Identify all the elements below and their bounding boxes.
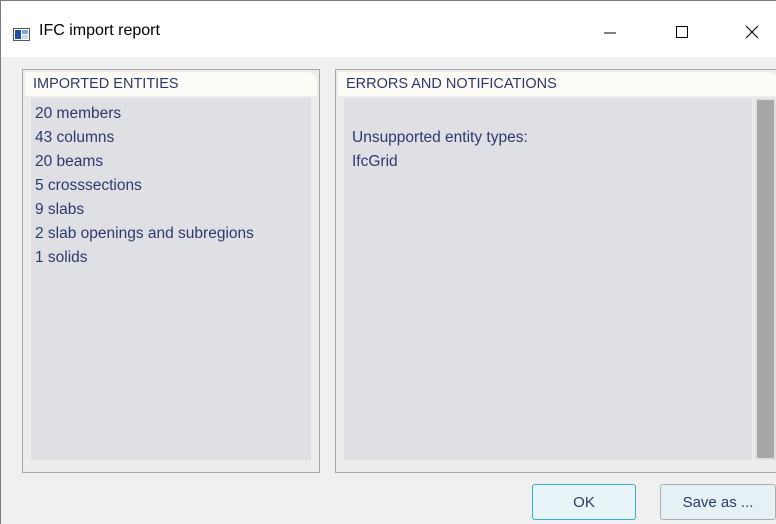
notification-line: Unsupported entity types: bbox=[352, 129, 528, 146]
list-item: 1 solids bbox=[35, 249, 88, 266]
minimize-button[interactable] bbox=[587, 13, 633, 53]
close-button[interactable] bbox=[729, 13, 775, 53]
imported-entities-header: IMPORTED ENTITIES bbox=[25, 72, 317, 96]
list-item: 2 slab openings and subregions bbox=[35, 225, 254, 242]
list-item: 9 slabs bbox=[35, 201, 85, 218]
title-bar[interactable]: IFC import report bbox=[1, 1, 776, 57]
maximize-icon bbox=[675, 24, 689, 43]
errors-notifications-text[interactable]: Unsupported entity types: IfcGrid bbox=[344, 98, 752, 460]
errors-notifications-header: ERRORS AND NOTIFICATIONS bbox=[338, 72, 776, 96]
ok-button[interactable]: OK bbox=[532, 484, 636, 520]
scrollbar-thumb[interactable] bbox=[757, 100, 774, 458]
minimize-icon bbox=[603, 24, 617, 43]
window-title: IFC import report bbox=[39, 22, 160, 39]
imported-entities-panel: IMPORTED ENTITIES 20 members 43 columns … bbox=[22, 69, 320, 473]
list-item: 43 columns bbox=[35, 129, 115, 146]
list-item: 20 members bbox=[35, 105, 122, 122]
imported-entities-list[interactable]: 20 members 43 columns 20 beams 5 crossse… bbox=[31, 98, 311, 460]
save-as-button[interactable]: Save as ... bbox=[660, 484, 776, 520]
errors-notifications-title: ERRORS AND NOTIFICATIONS bbox=[346, 76, 557, 92]
errors-notifications-panel: ERRORS AND NOTIFICATIONS Unsupported ent… bbox=[335, 69, 776, 473]
notification-line bbox=[352, 102, 752, 126]
ifc-import-report-window: IFC import report IMPORTED ENTITIES 20 m… bbox=[0, 0, 776, 524]
maximize-button[interactable] bbox=[659, 13, 705, 53]
close-icon bbox=[745, 24, 759, 43]
app-window-icon bbox=[13, 26, 30, 41]
vertical-scrollbar[interactable] bbox=[755, 98, 776, 460]
list-item: 5 crosssections bbox=[35, 177, 142, 194]
list-item: 20 beams bbox=[35, 153, 104, 170]
imported-entities-title: IMPORTED ENTITIES bbox=[33, 76, 179, 92]
notification-line: IfcGrid bbox=[352, 153, 398, 170]
